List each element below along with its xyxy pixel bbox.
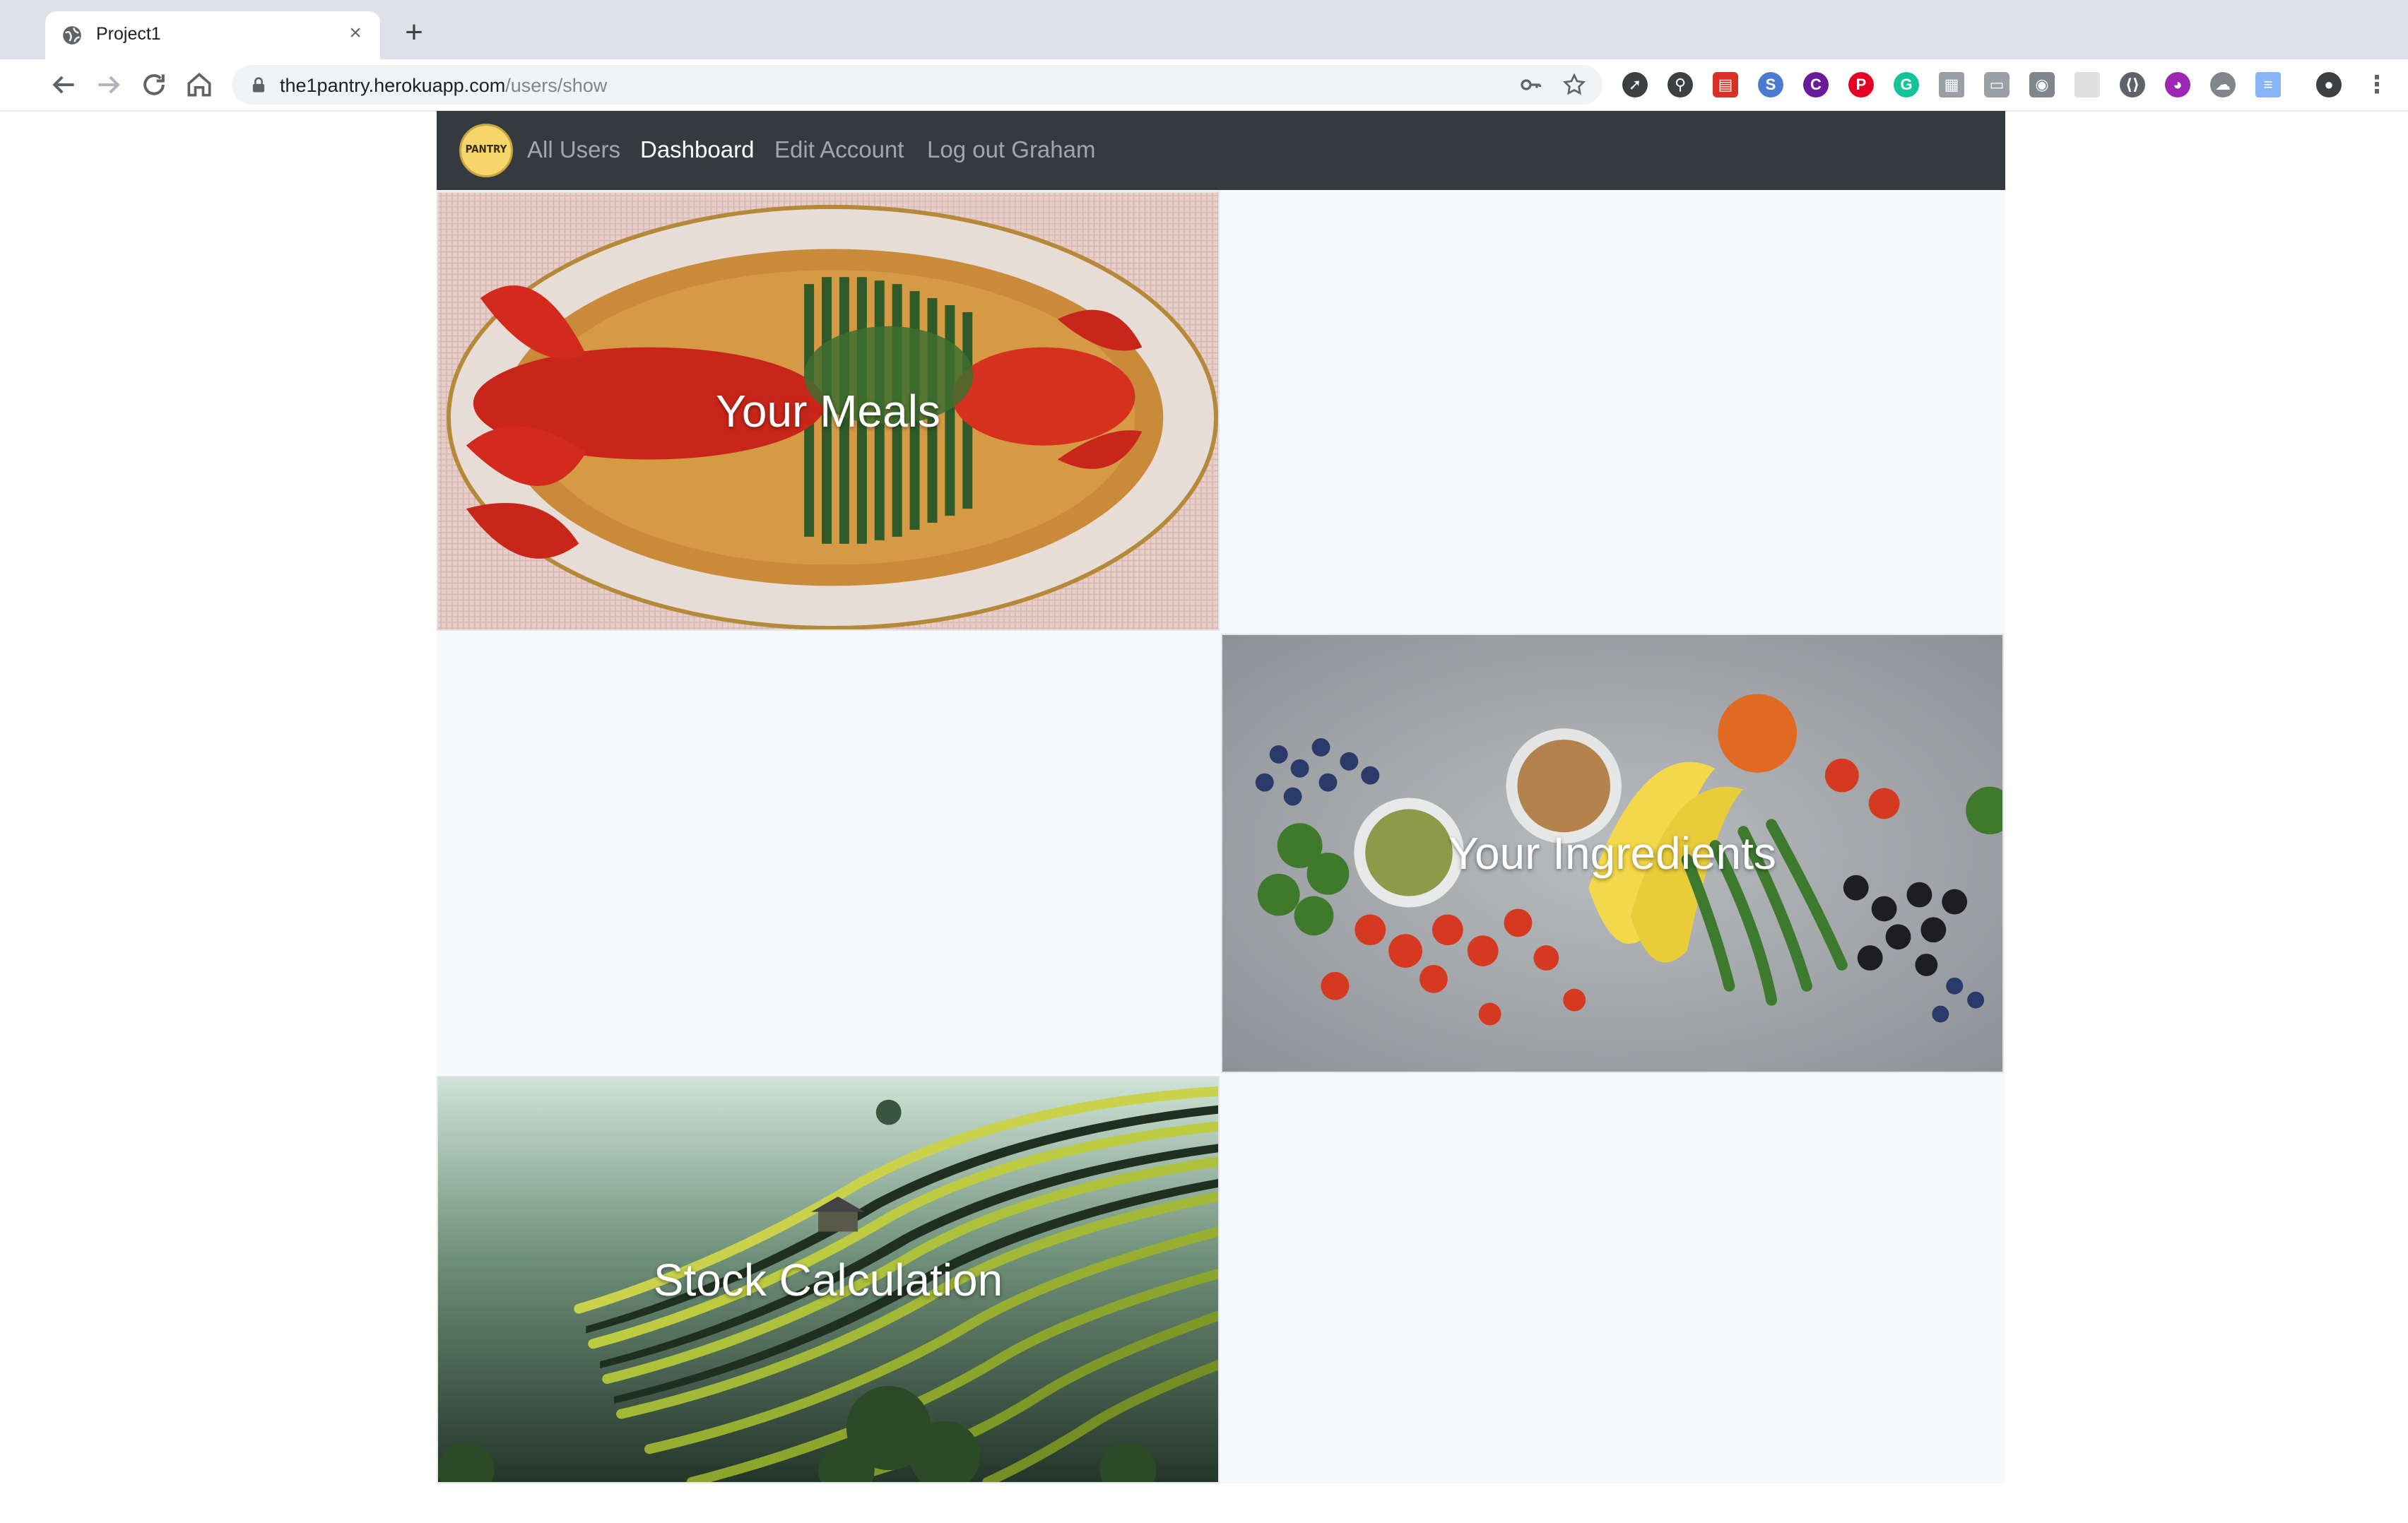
brand-logo[interactable]: PANTRY (459, 124, 513, 177)
url-path: /users/show (505, 75, 608, 96)
code-extension-icon[interactable]: ⟨⟩ (2120, 72, 2145, 97)
card-title-stock-calculation: Stock Calculation (653, 1254, 1003, 1305)
c-extension-icon[interactable]: C (1803, 72, 1829, 97)
card-stock-calculation[interactable]: Stock Calculation (437, 1076, 1220, 1483)
url-text: the1pantry.herokuapp.com/users/show (280, 75, 607, 97)
menu-kebab-icon[interactable]: ⋮ (2364, 72, 2390, 97)
browser-tab[interactable]: Project1 × (45, 11, 380, 59)
globe-icon (63, 26, 81, 45)
card-your-ingredients[interactable]: Your Ingredients (1221, 634, 2004, 1073)
home-button[interactable] (184, 69, 215, 100)
home-icon (187, 72, 211, 97)
new-tab-button[interactable]: + (400, 17, 428, 48)
back-arrow-icon (52, 76, 74, 94)
nav-link-dashboard[interactable]: Dashboard (640, 136, 754, 163)
camera-extension-icon[interactable]: ◉ (2029, 72, 2055, 97)
blank-extension-icon[interactable] (2074, 72, 2100, 97)
nav-link-edit-account[interactable]: Edit Account (774, 136, 904, 163)
bookmark-star-icon[interactable] (1562, 72, 1587, 97)
grammarly-extension-icon[interactable]: G (1894, 72, 1919, 97)
magnifier-extension-icon[interactable]: ⚲ (1668, 72, 1693, 97)
tab-title: Project1 (96, 24, 161, 44)
back-button[interactable] (48, 69, 79, 100)
navbar: PANTRY All Users Dashboard Edit Account … (437, 111, 2005, 190)
card-title-your-meals: Your Meals (716, 386, 940, 437)
nav-link-logout[interactable]: Log out Graham (927, 136, 1095, 163)
brand-logo-text: PANTRY (465, 143, 507, 155)
key-icon[interactable] (1518, 72, 1543, 97)
page-container: PANTRY All Users Dashboard Edit Account … (437, 111, 2005, 1483)
cloud-extension-icon[interactable]: ☁ (2210, 72, 2236, 97)
browser-tabstrip: Project1 × + (0, 0, 2408, 59)
rocket-extension-icon[interactable]: ➚ (1622, 72, 1648, 97)
s-extension-icon[interactable]: S (1758, 72, 1783, 97)
profile-avatar[interactable]: ● (2316, 72, 2342, 97)
card-title-your-ingredients: Your Ingredients (1448, 828, 1776, 879)
video-extension-icon[interactable]: ▭ (1984, 72, 2009, 97)
url-domain: the1pantry.herokuapp.com (280, 75, 506, 96)
lock-icon (252, 77, 265, 93)
clipboard-extension-icon[interactable]: ▤ (1713, 72, 1738, 97)
nav-link-all-users[interactable]: All Users (527, 136, 620, 163)
reload-icon (143, 74, 165, 95)
pinterest-extension-icon[interactable]: P (1848, 72, 1874, 97)
address-bar[interactable]: the1pantry.herokuapp.com/users/show (232, 65, 1603, 105)
forward-arrow-icon (98, 76, 120, 94)
grid-extension-icon[interactable]: ▦ (1939, 72, 1964, 97)
tab-close-button[interactable]: × (343, 21, 367, 45)
forward-button[interactable] (93, 69, 124, 100)
reload-button[interactable] (138, 69, 170, 100)
card-your-meals[interactable]: Your Meals (437, 191, 1220, 631)
docs-extension-icon[interactable]: ≡ (2255, 72, 2281, 97)
purple-extension-icon[interactable]: ◕ (2165, 72, 2190, 97)
